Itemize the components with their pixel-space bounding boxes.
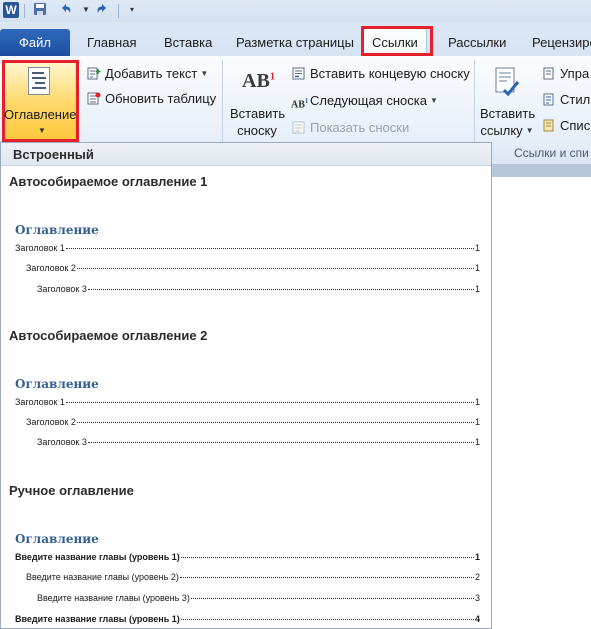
bibliography-icon	[541, 119, 556, 133]
undo-dropdown-icon[interactable]: ▼	[78, 2, 94, 18]
manage-sources-label: Упра	[560, 66, 590, 81]
manage-sources-icon	[541, 67, 556, 81]
update-table-icon	[86, 92, 101, 106]
toc-heading: Оглавление	[15, 532, 99, 546]
manage-sources-button[interactable]: Упра	[541, 66, 589, 81]
show-notes-label: Показать сноски	[310, 120, 410, 135]
toc-line: Введите название главы (уровень 1) 4	[15, 614, 480, 624]
toc-gallery-dropdown: Встроенный Автособираемое оглавление 1 О…	[0, 142, 492, 629]
tab-mailings[interactable]: Рассылки	[448, 35, 506, 50]
tab-insert[interactable]: Вставка	[164, 35, 212, 50]
show-notes-icon	[291, 121, 306, 135]
tab-file[interactable]: Файл	[0, 29, 70, 56]
toc-line: Заголовок 31	[37, 284, 480, 294]
add-text-label: Добавить текст	[105, 66, 198, 81]
add-text-icon	[86, 67, 101, 81]
chevron-down-icon: ▼	[525, 126, 534, 135]
insert-endnote-label: Вставить концевую сноску	[310, 66, 470, 81]
gallery-item-title: Ручное оглавление	[9, 483, 134, 498]
next-footnote-label: Следующая сноска	[310, 93, 427, 108]
chevron-down-icon: ▼	[200, 69, 209, 78]
toc-gallery-item-auto-2[interactable]: Автособираемое оглавление 2 Оглавление З…	[1, 322, 491, 472]
save-icon[interactable]	[32, 2, 48, 18]
document-area[interactable]	[488, 164, 591, 629]
word-app-icon[interactable]: W	[3, 2, 19, 18]
insert-endnote-button[interactable]: Вставить концевую сноску	[291, 66, 470, 81]
toc-dropdown-arrow-icon: ▼	[38, 126, 46, 135]
bibliography-button[interactable]: Спис	[541, 118, 590, 133]
group-label-citations: Ссылки и спи	[514, 146, 589, 160]
insert-citation-icon	[492, 66, 520, 98]
insert-footnote-label-2: сноску	[237, 123, 277, 138]
insert-footnote-icon: AB1	[242, 70, 276, 92]
style-icon	[541, 93, 556, 107]
bibliography-label: Спис	[560, 118, 591, 133]
insert-endnote-icon	[291, 67, 306, 81]
update-table-label: Обновить таблицу	[105, 91, 217, 106]
tab-review[interactable]: Рецензиро	[532, 35, 591, 50]
next-footnote-icon: AB1	[291, 96, 309, 110]
style-label: Стил	[560, 92, 591, 107]
toc-line: Заголовок 21	[26, 263, 480, 273]
toc-button-label: Оглавление	[4, 107, 77, 122]
insert-citation-label-2: ссылку ▼	[480, 123, 534, 138]
style-button[interactable]: Стил	[541, 92, 590, 107]
toc-line: Введите название главы (уровень 1) 1	[15, 552, 480, 562]
quick-access-toolbar: W ▼ ▾	[0, 0, 591, 22]
insert-footnote-label-1: Вставить	[230, 106, 286, 121]
toc-gallery-item-auto-1[interactable]: Автособираемое оглавление 1 Оглавление З…	[1, 167, 491, 317]
gallery-item-title: Автособираемое оглавление 2	[9, 328, 208, 343]
tab-page-layout[interactable]: Разметка страницы	[236, 35, 354, 50]
add-text-button[interactable]: Добавить текст ▼	[86, 66, 208, 81]
show-notes-button[interactable]: Показать сноски	[291, 120, 409, 135]
toc-line: Заголовок 11	[15, 397, 480, 407]
toc-line: Заголовок 31	[37, 437, 480, 447]
customize-icon[interactable]: ▾	[124, 2, 140, 18]
toc-heading: Оглавление	[15, 377, 99, 391]
gallery-header-label: Встроенный	[13, 147, 94, 162]
toc-line: Заголовок 11	[15, 243, 480, 253]
toc-line: Заголовок 21	[26, 417, 480, 427]
insert-footnote-button[interactable]: Вставить сноску	[230, 106, 286, 138]
tab-home[interactable]: Главная	[87, 35, 136, 50]
toc-line: Введите название главы (уровень 2) 2	[26, 572, 480, 582]
chevron-down-icon: ▼	[429, 96, 438, 105]
redo-icon[interactable]	[94, 2, 110, 18]
toc-heading: Оглавление	[15, 223, 99, 237]
next-footnote-button[interactable]: AB1 Следующая сноска ▼	[291, 93, 438, 110]
insert-citation-label-1: Вставить	[480, 106, 536, 121]
gallery-item-title: Автособираемое оглавление 1	[9, 174, 208, 189]
gallery-header: Встроенный	[1, 143, 491, 166]
document-ruler-strip	[488, 164, 591, 177]
toc-icon	[28, 67, 50, 95]
qat-separator	[118, 4, 119, 18]
toc-line: Введите название главы (уровень 3) 3	[37, 593, 480, 603]
ribbon-tabs: Файл Главная Вставка Разметка страницы С…	[0, 22, 591, 60]
update-table-button[interactable]: Обновить таблицу	[86, 91, 216, 106]
references-tab-highlight	[361, 26, 433, 56]
insert-citation-button[interactable]: Вставить ссылку ▼	[480, 106, 536, 138]
toc-gallery-item-manual[interactable]: Ручное оглавление Оглавление Введите наз…	[1, 477, 491, 628]
qat-separator	[24, 4, 25, 18]
undo-icon[interactable]	[58, 2, 74, 18]
